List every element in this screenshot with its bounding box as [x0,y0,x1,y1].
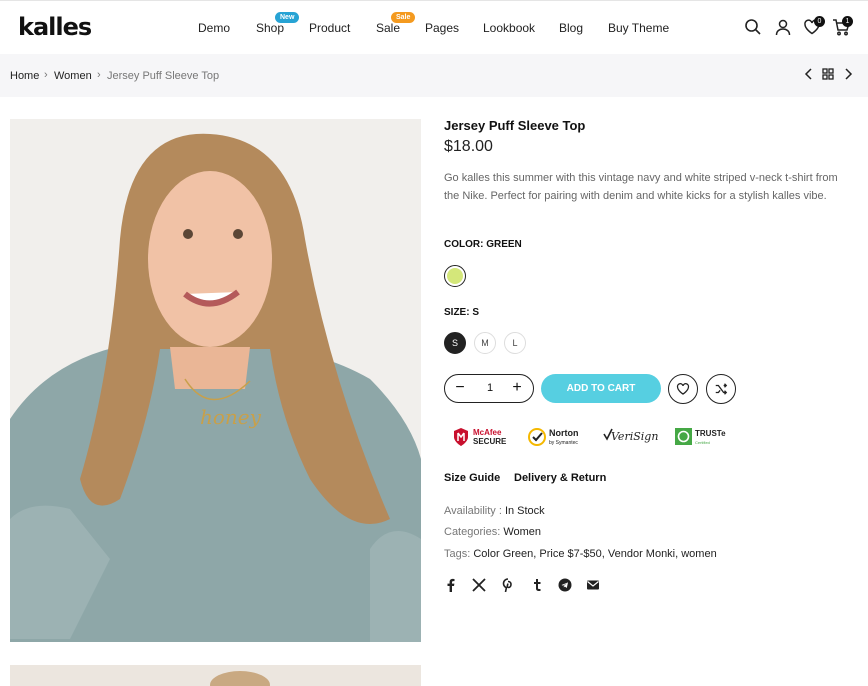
sale-badge: Sale [391,12,416,23]
qty-decrease-button[interactable]: − [451,379,469,397]
tag-links[interactable]: Color Green, Price $7-$50, Vendor Monki,… [473,548,716,560]
product-photo: honey [10,119,421,642]
checkmark-icon [528,428,546,446]
categories: Categories: Women [444,526,542,538]
wishlist-button[interactable] [668,374,698,404]
new-badge: New [275,12,300,23]
compare-button[interactable] [706,374,736,404]
nav-item-blog[interactable]: Blog [559,21,583,35]
category-link[interactable]: Women [503,526,541,538]
product-thumbnail-image[interactable] [10,665,421,686]
qty-value[interactable]: 1 [480,382,500,394]
grid-icon[interactable] [820,66,836,82]
size-option-l[interactable]: L [504,332,526,354]
chevron-right-icon[interactable] [840,66,856,82]
breadcrumb-home[interactable]: Home [10,70,39,82]
nav-item-lookbook[interactable]: Lookbook [483,21,535,35]
telegram-icon[interactable] [558,578,572,592]
user-icon[interactable] [774,18,792,36]
site-header: kalles Demo Shop New Product Sale Sale P… [0,0,868,54]
nav-item-demo[interactable]: Demo [198,21,230,35]
facebook-icon[interactable] [444,578,458,592]
truste-badge: TRUSTe Certified [675,425,735,449]
product-title: Jersey Puff Sleeve Top [444,118,586,133]
breadcrumb-women[interactable]: Women [54,70,92,82]
shuffle-icon [715,383,728,395]
quantity-stepper: − 1 + [444,374,534,403]
tags: Tags: Color Green, Price $7-$50, Vendor … [444,548,717,560]
size-option-s[interactable]: S [444,332,466,354]
breadcrumb-current: Jersey Puff Sleeve Top [107,70,220,82]
pinterest-icon[interactable] [501,578,515,592]
breadcrumb-separator: › [44,69,48,81]
nav-item-pages[interactable]: Pages [425,21,459,35]
qty-increase-button[interactable]: + [508,379,526,397]
tumblr-icon[interactable] [530,578,544,592]
color-value: GREEN [486,239,522,250]
site-logo[interactable]: kalles [18,13,92,41]
product-price: $18.00 [444,138,493,155]
nav-item-sale[interactable]: Sale [376,21,400,35]
cart-count: 1 [842,16,853,27]
nav-item-buy-theme[interactable]: Buy Theme [608,21,669,35]
wishlist-count: 0 [814,16,825,27]
norton-badge: Norton by Symantec [528,425,588,449]
availability: Availability : In Stock [444,505,545,517]
x-icon[interactable] [472,578,486,592]
color-label: COLOR: GREEN [444,239,522,250]
size-guide-link[interactable]: Size Guide [444,472,500,484]
svg-text:honey: honey [200,405,262,429]
color-swatch-green[interactable] [444,265,466,287]
shield-icon [454,428,468,446]
nav-item-shop[interactable]: Shop [256,21,284,35]
truste-logo-icon [675,428,692,445]
size-label: SIZE: S [444,307,480,318]
email-icon[interactable] [586,578,600,592]
product-photo-2 [10,665,421,686]
search-icon[interactable] [744,18,762,36]
add-to-cart-button[interactable]: ADD TO CART [541,374,661,403]
breadcrumb: Home › Women › Jersey Puff Sleeve Top [0,54,868,97]
chevron-left-icon[interactable] [801,66,817,82]
size-option-m[interactable]: M [474,332,496,354]
verisign-badge: VeriSign [603,425,658,449]
mcafee-badge: McAfee SECURE [453,425,513,449]
size-value: S [472,307,480,318]
product-main-image[interactable]: honey [10,119,421,642]
breadcrumb-separator: › [97,69,101,81]
delivery-return-link[interactable]: Delivery & Return [514,472,606,484]
nav-item-product[interactable]: Product [309,21,350,35]
heart-icon [676,383,690,395]
availability-value: In Stock [504,505,545,517]
product-description: Go kalles this summer with this vintage … [444,172,838,202]
